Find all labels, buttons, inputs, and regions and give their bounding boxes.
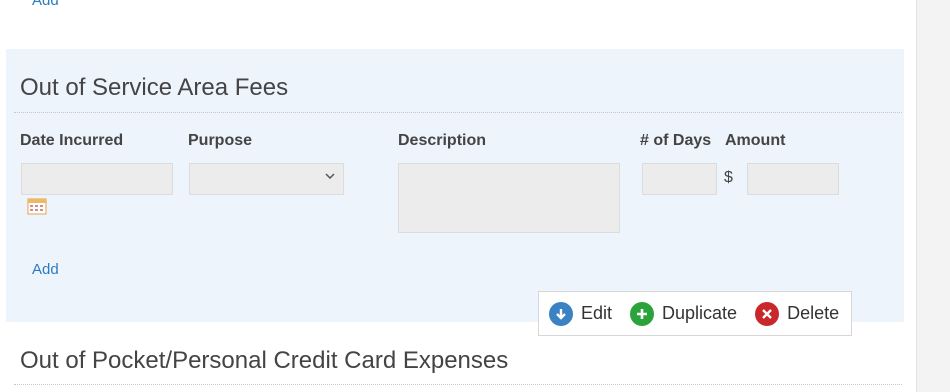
add-fee-link[interactable]: Add bbox=[32, 261, 59, 278]
calendar-icon[interactable] bbox=[27, 197, 47, 215]
row-actions-toolbar: Edit Duplicate Delete bbox=[538, 291, 852, 336]
right-scrollbar-track[interactable] bbox=[916, 0, 950, 392]
column-header-days: # of Days bbox=[640, 132, 712, 149]
days-input[interactable] bbox=[642, 163, 717, 195]
description-textarea[interactable] bbox=[398, 163, 620, 233]
section-title: Out of Service Area Fees bbox=[20, 74, 289, 101]
delete-button-label: Delete bbox=[787, 303, 840, 323]
column-header-description: Description bbox=[398, 132, 487, 149]
previous-section-add-link[interactable]: Add bbox=[32, 0, 59, 9]
next-section-divider bbox=[14, 384, 902, 385]
purpose-select[interactable] bbox=[189, 163, 344, 195]
edit-button-label: Edit bbox=[581, 303, 613, 323]
duplicate-button-label: Duplicate bbox=[662, 303, 738, 323]
amount-input[interactable] bbox=[747, 163, 839, 195]
date-incurred-input[interactable] bbox=[21, 163, 173, 195]
edit-button[interactable]: Edit bbox=[549, 301, 613, 326]
arrow-down-circle-icon bbox=[549, 301, 573, 326]
delete-button[interactable]: Delete bbox=[755, 301, 840, 326]
currency-symbol: $ bbox=[724, 169, 733, 186]
section-divider bbox=[14, 112, 902, 113]
column-header-amount: Amount bbox=[725, 132, 786, 149]
chevron-down-icon bbox=[325, 173, 335, 179]
plus-circle-icon bbox=[630, 301, 655, 326]
x-circle-icon bbox=[755, 301, 780, 326]
duplicate-button[interactable]: Duplicate bbox=[630, 301, 738, 326]
next-section-title: Out of Pocket/Personal Credit Card Expen… bbox=[20, 347, 509, 374]
column-header-date-incurred: Date Incurred bbox=[20, 132, 124, 149]
column-header-purpose: Purpose bbox=[188, 132, 253, 149]
